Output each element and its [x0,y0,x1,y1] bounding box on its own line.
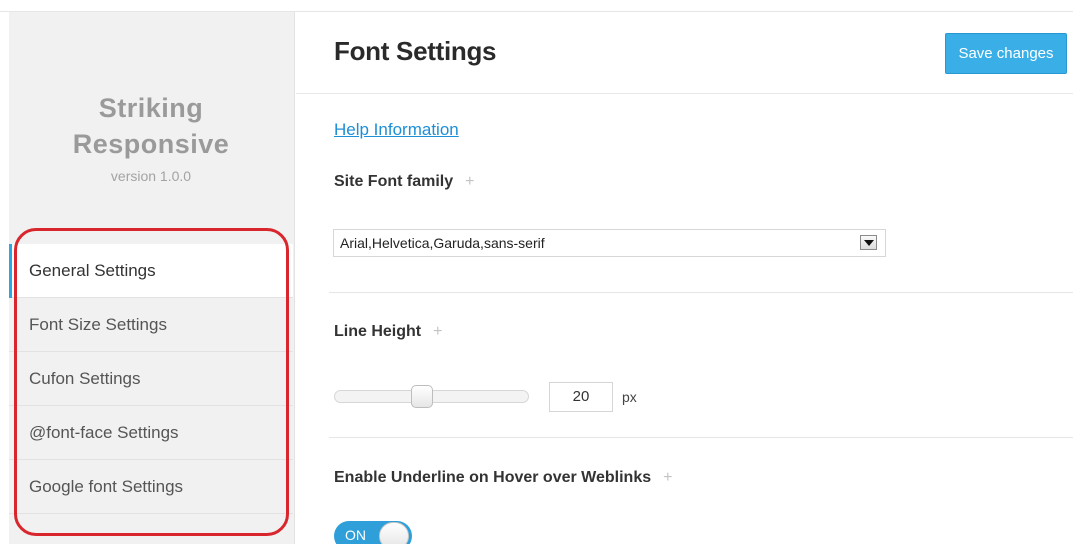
toggle-knob[interactable] [379,522,409,544]
line-height-input[interactable]: 20 [549,382,613,412]
plus-icon[interactable]: + [465,173,474,191]
underline-hover-field: Enable Underline on Hover over Weblinks + [334,469,672,487]
sidebar-item-cufon-settings[interactable]: Cufon Settings [9,352,293,406]
brand: Striking Responsive version 1.0.0 [9,90,293,184]
page-header: Font Settings Save changes [296,12,1073,94]
save-changes-button[interactable]: Save changes [945,33,1067,74]
line-height-slider-handle[interactable] [411,385,433,408]
line-height-unit: px [622,389,637,405]
brand-version: version 1.0.0 [110,168,192,184]
sidebar-item-google-font-settings[interactable]: Google font Settings [9,460,293,514]
line-height-field: Line Height + [334,323,442,341]
sidebar-nav: General Settings Font Size Settings Cufo… [9,244,293,514]
brand-name-line1: Striking [98,93,204,123]
sidebar-item-font-size-settings[interactable]: Font Size Settings [9,298,293,352]
toggle-on-text: ON [345,527,366,543]
dropdown-arrow-icon[interactable] [860,235,877,250]
plus-icon[interactable]: + [663,469,672,487]
font-family-select[interactable]: Arial,Helvetica,Garuda,sans-serif [333,229,886,257]
app-window: Striking Responsive version 1.0.0 Genera… [0,0,1073,544]
sidebar-item-general-settings[interactable]: General Settings [9,244,293,298]
help-information-link[interactable]: Help Information [334,120,459,140]
font-family-selected-value: Arial,Helvetica,Garuda,sans-serif [340,235,545,251]
underline-hover-label: Enable Underline on Hover over Weblinks [334,469,652,486]
main-panel: Font Settings Save changes Help Informat… [296,12,1073,544]
brand-name-line2: Responsive [72,129,230,159]
sidebar-item-font-face-settings[interactable]: @font-face Settings [9,406,293,460]
underline-hover-toggle[interactable]: ON [334,521,412,544]
font-family-label: Site Font family [334,173,454,190]
font-family-field: Site Font family + [334,173,474,191]
plus-icon[interactable]: + [433,323,442,341]
line-height-label: Line Height [334,323,422,340]
section-divider [329,292,1073,293]
sidebar: Striking Responsive version 1.0.0 Genera… [9,12,295,544]
page-title: Font Settings [334,36,497,66]
section-divider [329,437,1073,438]
